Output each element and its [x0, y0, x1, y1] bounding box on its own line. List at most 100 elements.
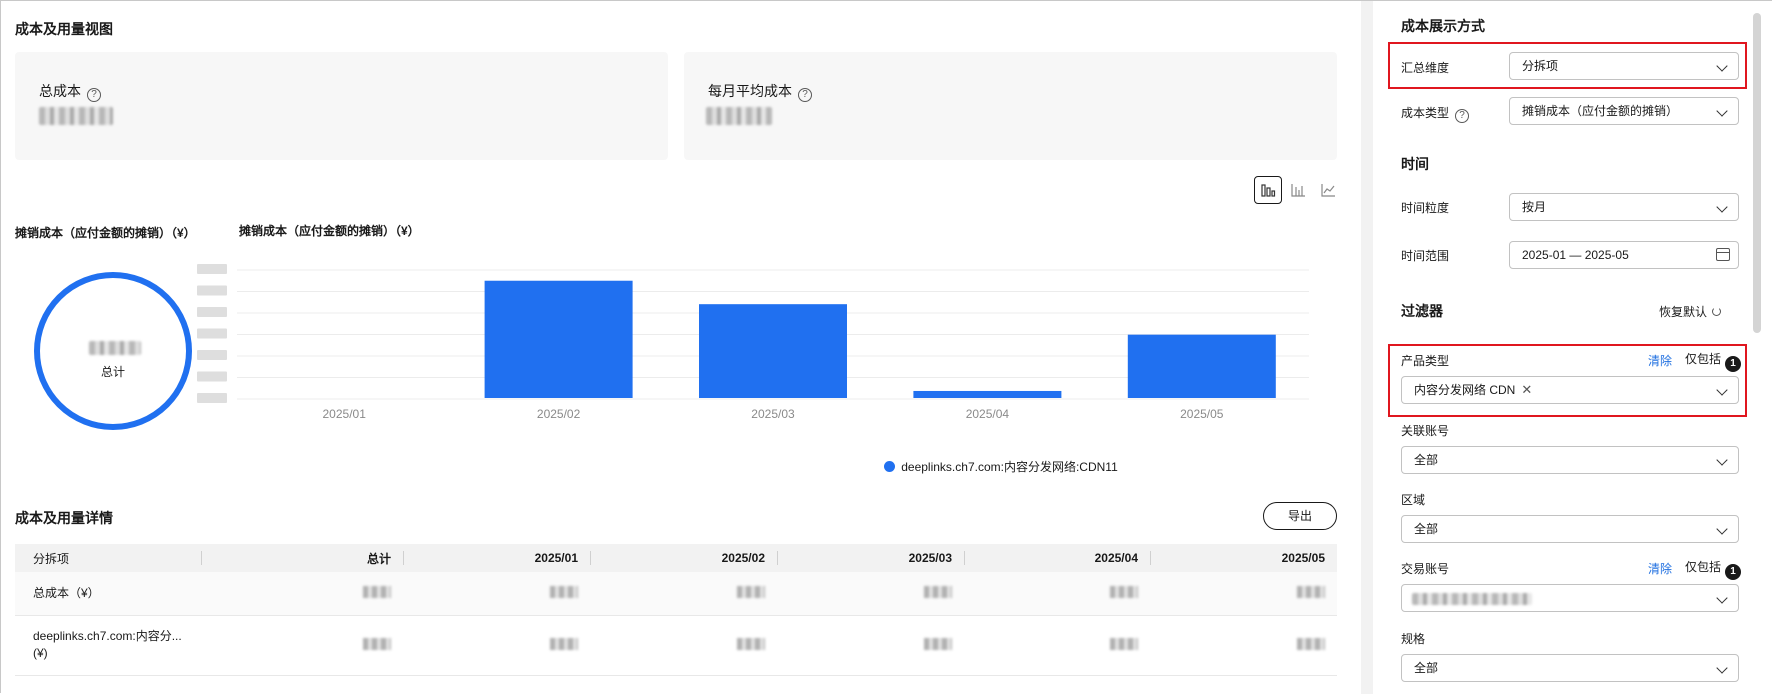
x-tick-label: 2025/04	[966, 407, 1010, 421]
table-cell	[1150, 572, 1337, 616]
trade-account-include-only[interactable]: 仅包括 1	[1685, 558, 1742, 580]
table-cell	[964, 572, 1150, 616]
product-type-label: 产品类型	[1401, 354, 1450, 368]
col-header[interactable]: 2025/01	[403, 544, 590, 572]
row-label-line2: (¥)	[33, 646, 48, 660]
x-tick-label: 2025/01	[323, 407, 367, 421]
total-cost-value-obscured	[39, 107, 113, 125]
spec-select[interactable]: 全部	[1401, 654, 1739, 682]
column-separator	[590, 551, 591, 565]
trade-account-select[interactable]	[1401, 584, 1739, 612]
column-separator	[201, 551, 202, 565]
col-header[interactable]: 2025/03	[777, 544, 964, 572]
x-tick-label: 2025/05	[1180, 407, 1224, 421]
region-label: 区域	[1401, 493, 1426, 507]
col-header[interactable]: 2025/02	[590, 544, 777, 572]
stacked-bar-view-button[interactable]	[1284, 176, 1312, 204]
table-cell	[964, 615, 1150, 676]
export-button[interactable]: 导出	[1263, 502, 1337, 530]
obscured-value	[737, 585, 765, 598]
table-cell	[1150, 615, 1337, 676]
col-header[interactable]: 分拆项	[15, 544, 201, 572]
chevron-down-icon	[1716, 384, 1728, 396]
filter-title: 过滤器	[1401, 303, 1443, 319]
calendar-icon[interactable]	[1716, 248, 1730, 261]
granularity-select[interactable]: 按月	[1509, 193, 1739, 221]
panel-scrollbar[interactable]	[1753, 13, 1761, 333]
line-chart-view-button[interactable]	[1314, 176, 1342, 204]
table-cell	[403, 615, 590, 676]
region-select[interactable]: 全部	[1401, 515, 1739, 543]
x-tick-label: 2025/03	[751, 407, 795, 421]
obscured-value	[363, 585, 391, 598]
trade-account-value-obscured	[1412, 593, 1532, 605]
donut-total-value-obscured	[89, 341, 141, 355]
granularity-label: 时间粒度	[1401, 201, 1450, 215]
include-only-text: 仅包括	[1685, 352, 1722, 366]
product-tag: 内容分发网络 CDN	[1414, 383, 1516, 397]
overview-title: 成本及用量视图	[15, 21, 113, 37]
stacked-bar-icon	[1291, 184, 1305, 197]
help-icon[interactable]: ?	[1455, 109, 1470, 123]
chevron-down-icon	[1716, 523, 1728, 535]
x-tick-label: 2025/02	[537, 407, 581, 421]
reset-default-button[interactable]: 恢复默认	[1659, 303, 1722, 320]
y-tick-label-obscured	[197, 350, 227, 360]
chevron-down-icon	[1716, 592, 1728, 604]
legend-dot-icon	[884, 461, 896, 472]
summary-dimension-value: 分拆项	[1522, 59, 1559, 73]
row-label: 总成本（¥）	[15, 572, 201, 616]
product-type-select[interactable]: 内容分发网络 CDN ✕	[1401, 376, 1739, 404]
granularity-value: 按月	[1522, 200, 1547, 214]
monthly-avg-value-obscured	[706, 107, 772, 125]
grouped-bar-icon	[1261, 184, 1276, 197]
product-type-clear-link[interactable]: 清除	[1648, 352, 1672, 369]
bar-chart-title: 摊销成本（应付金额的摊销）（¥）	[239, 224, 420, 238]
trade-account-clear-link[interactable]: 清除	[1648, 560, 1672, 577]
chevron-down-icon	[1716, 454, 1728, 466]
grouped-bar-view-button[interactable]	[1254, 176, 1282, 204]
bar	[1127, 334, 1276, 398]
line-chart-icon	[1321, 184, 1335, 197]
product-type-include-only[interactable]: 仅包括 1	[1685, 350, 1742, 372]
summary-dimension-select[interactable]: 分拆项	[1509, 52, 1739, 80]
obscured-value	[1297, 637, 1325, 650]
cost-type-label-text: 成本类型	[1401, 106, 1450, 120]
bar	[913, 390, 1062, 398]
table-cell	[201, 615, 403, 676]
settings-panel: 成本展示方式 汇总维度 分拆项 成本类型? 摊销成本（应付金额的摊销） 时间 时…	[1373, 1, 1772, 694]
y-tick-label-obscured	[197, 371, 227, 382]
y-tick-label-obscured	[197, 285, 227, 296]
col-header[interactable]: 总计	[201, 544, 403, 572]
col-header-text: 2025/05	[1281, 551, 1325, 565]
close-icon[interactable]: ✕	[1521, 377, 1532, 403]
monthly-avg-card: 每月平均成本?	[684, 52, 1337, 160]
cost-type-select[interactable]: 摊销成本（应付金额的摊销）	[1509, 97, 1739, 125]
obscured-value	[550, 637, 578, 650]
chevron-down-icon	[1716, 201, 1728, 213]
table-cell	[201, 572, 403, 616]
linked-account-select[interactable]: 全部	[1401, 446, 1739, 474]
legend-label: deeplinks.ch7.com:内容分发网络:CDN11	[901, 460, 1118, 474]
table-cell	[403, 572, 590, 616]
obscured-value	[737, 637, 765, 650]
time-range-picker[interactable]: 2025-01 — 2025-05	[1509, 241, 1739, 269]
obscured-value	[1110, 637, 1138, 650]
chevron-down-icon	[1716, 662, 1728, 674]
obscured-value	[550, 585, 578, 598]
column-separator	[777, 551, 778, 565]
col-header[interactable]: 2025/05	[1150, 544, 1337, 572]
detail-title: 成本及用量详情	[15, 510, 113, 526]
y-tick-label-obscured	[197, 307, 227, 317]
help-icon[interactable]: ?	[798, 88, 812, 102]
include-only-text: 仅包括	[1685, 560, 1722, 574]
time-title: 时间	[1401, 156, 1429, 172]
col-header-text: 2025/01	[534, 551, 578, 565]
spec-value: 全部	[1414, 661, 1439, 675]
obscured-value	[924, 637, 952, 650]
row-label: deeplinks.ch7.com:内容分... (¥)	[15, 615, 201, 676]
help-icon[interactable]: ?	[87, 88, 101, 102]
col-header[interactable]: 2025/04	[964, 544, 1150, 572]
obscured-value	[924, 585, 952, 598]
chart-view-switch	[1252, 176, 1342, 204]
